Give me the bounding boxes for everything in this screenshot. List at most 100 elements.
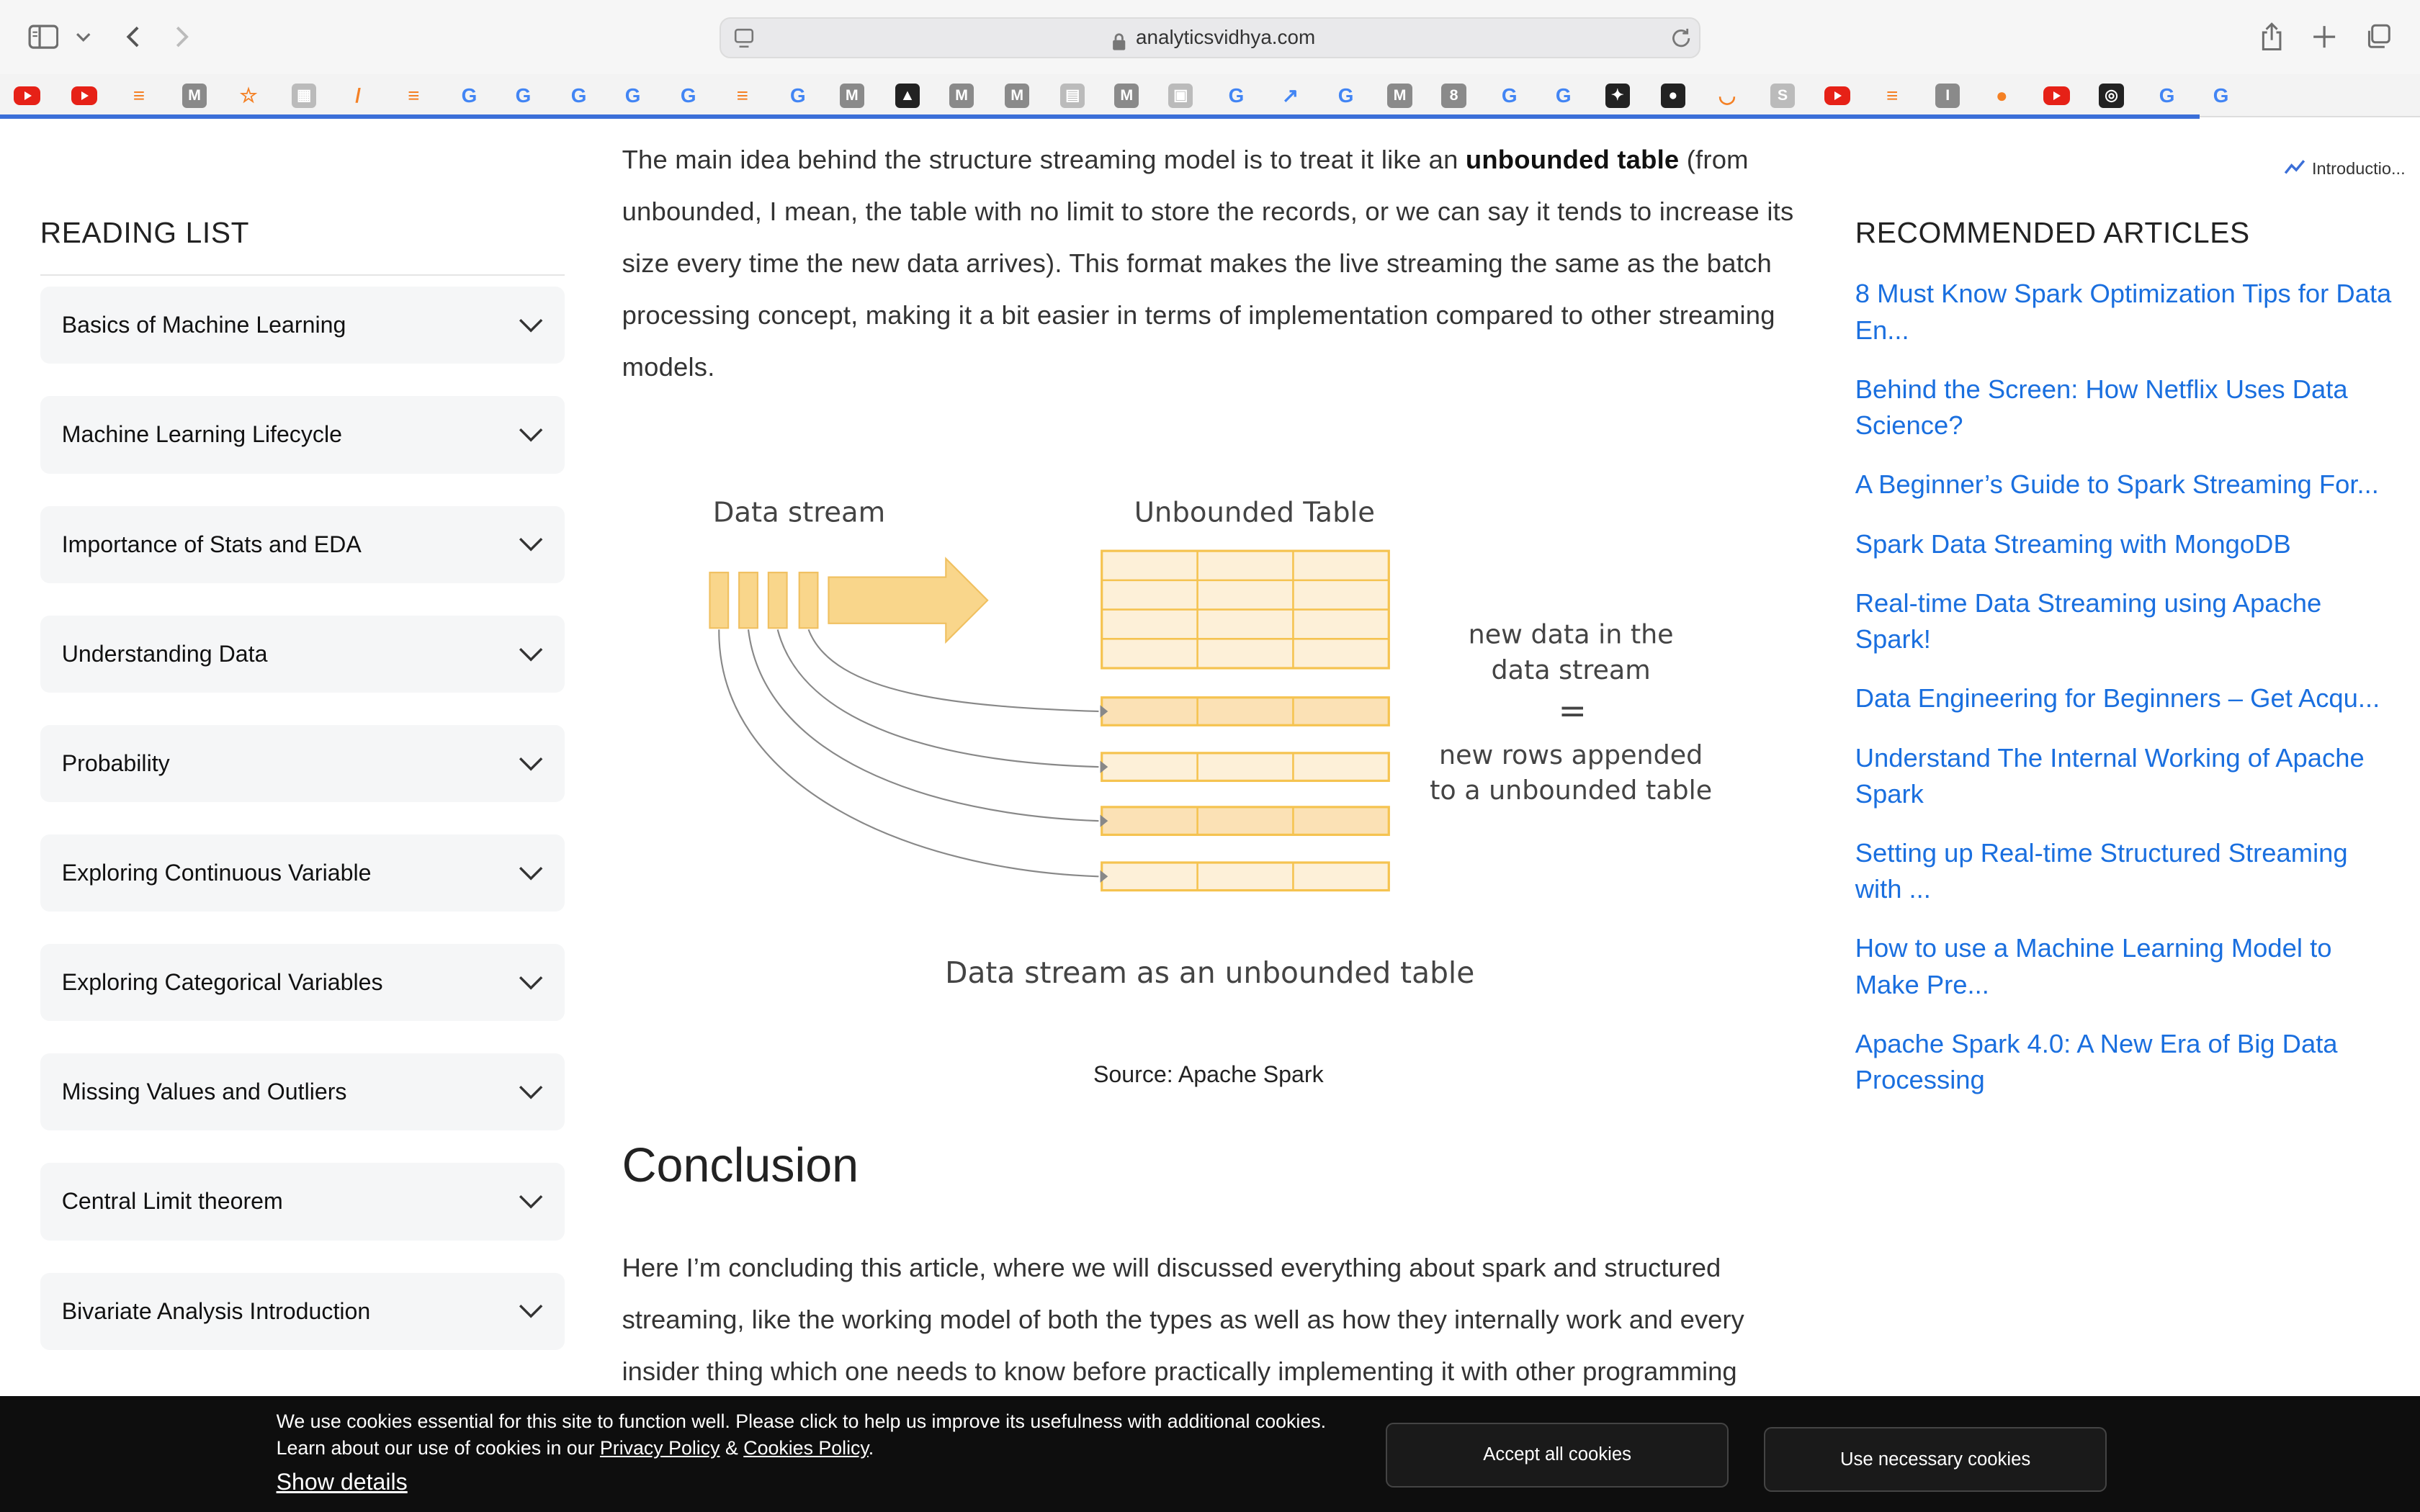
cookie-text: . bbox=[868, 1436, 874, 1459]
favorite-bookmark[interactable]: G bbox=[2208, 84, 2233, 108]
favorite-bookmark[interactable]: G bbox=[620, 84, 645, 108]
favorite-bookmark[interactable]: ☆ bbox=[236, 84, 261, 108]
reading-list-item[interactable]: Bivariate Analysis Introduction bbox=[40, 1272, 565, 1350]
chevron-down-icon[interactable] bbox=[73, 19, 94, 55]
reading-list-item[interactable]: Basics of Machine Learning bbox=[40, 287, 565, 364]
favorite-bookmark[interactable] bbox=[2043, 86, 2070, 105]
privacy-policy-link[interactable]: Privacy Policy bbox=[600, 1437, 720, 1459]
chevron-down-icon bbox=[519, 1195, 543, 1209]
favorite-bookmark[interactable]: G bbox=[566, 84, 591, 108]
reading-list-item-label: Probability bbox=[61, 750, 170, 776]
reading-list-item[interactable]: Probability bbox=[40, 724, 565, 802]
appended-row bbox=[1101, 696, 1391, 726]
recommended-article-link[interactable]: Data Engineering for Beginners – Get Acq… bbox=[1855, 680, 2396, 716]
cookie-text: & bbox=[720, 1436, 744, 1459]
flow-arrows bbox=[718, 629, 1108, 883]
back-icon[interactable] bbox=[117, 19, 148, 55]
favorite-bookmark[interactable]: ◡ bbox=[1715, 84, 1739, 108]
reading-list-item[interactable]: Importance of Stats and EDA bbox=[40, 505, 565, 583]
share-icon[interactable] bbox=[2255, 19, 2289, 55]
favorite-bookmark[interactable]: ≡ bbox=[401, 84, 426, 108]
favorite-bookmark[interactable]: ≡ bbox=[127, 84, 151, 108]
chevron-down-icon bbox=[519, 1305, 543, 1319]
favorite-bookmark[interactable]: ◎ bbox=[2099, 83, 2124, 108]
favorite-bookmark[interactable]: S bbox=[1770, 83, 1796, 108]
reading-list-item[interactable]: Central Limit theorem bbox=[40, 1163, 565, 1241]
reading-list-item[interactable]: Exploring Categorical Variables bbox=[40, 944, 565, 1022]
favorite-bookmark[interactable]: ▤ bbox=[1060, 83, 1085, 108]
favorite-bookmark[interactable]: G bbox=[1333, 84, 1358, 108]
cookie-message: We use cookies essential for this site t… bbox=[277, 1408, 1357, 1461]
favorite-bookmark[interactable]: G bbox=[457, 84, 481, 108]
reading-list-item[interactable]: Machine Learning Lifecycle bbox=[40, 396, 565, 474]
chevron-down-icon bbox=[519, 757, 543, 771]
favorite-bookmark[interactable]: G bbox=[786, 84, 810, 108]
chevron-down-icon bbox=[519, 428, 543, 442]
recommended-article-link[interactable]: Setting up Real-time Structured Streamin… bbox=[1855, 835, 2396, 907]
reading-list-item-label: Understanding Data bbox=[61, 640, 268, 667]
address-bar[interactable]: analyticsvidhya.com bbox=[719, 17, 1701, 59]
favorite-bookmark[interactable]: ≡ bbox=[1880, 84, 1904, 108]
recommended-article-link[interactable]: Apache Spark 4.0: A New Era of Big Data … bbox=[1855, 1026, 2396, 1098]
favorite-bookmark[interactable]: G bbox=[1224, 84, 1248, 108]
favorite-bookmark[interactable]: ≡ bbox=[730, 84, 755, 108]
recommended-article-link[interactable]: Spark Data Streaming with MongoDB bbox=[1855, 526, 2396, 562]
favorite-bookmark[interactable]: M bbox=[182, 83, 207, 108]
stream-block bbox=[738, 571, 759, 629]
article-body: The main idea behind the structure strea… bbox=[622, 134, 1796, 393]
favorite-bookmark[interactable]: M bbox=[1005, 83, 1030, 108]
favorite-bookmark[interactable]: ↗ bbox=[1278, 84, 1302, 108]
favorite-bookmark[interactable]: M bbox=[1387, 83, 1412, 108]
sidebar-toggle-icon[interactable] bbox=[24, 19, 61, 55]
favorite-bookmark[interactable]: ▦ bbox=[292, 83, 317, 108]
favorite-bookmark[interactable] bbox=[1824, 86, 1851, 105]
recommended-article-link[interactable]: A Beginner’s Guide to Spark Streaming Fo… bbox=[1855, 467, 2396, 503]
chevron-down-icon bbox=[519, 647, 543, 662]
favorite-bookmark[interactable]: G bbox=[1497, 84, 1522, 108]
favorite-bookmark[interactable]: ▣ bbox=[1168, 83, 1193, 108]
reading-list-title: READING LIST bbox=[40, 216, 565, 276]
favorite-bookmark[interactable]: ● bbox=[1660, 83, 1685, 108]
favorite-bookmark[interactable] bbox=[71, 86, 97, 105]
favorite-bookmark[interactable]: G bbox=[511, 84, 535, 108]
favorite-bookmark[interactable]: G bbox=[676, 84, 701, 108]
page-settings-icon[interactable] bbox=[733, 27, 755, 55]
favorite-bookmark[interactable]: M bbox=[839, 83, 864, 108]
reading-list-item[interactable]: Missing Values and Outliers bbox=[40, 1053, 565, 1131]
stream-block bbox=[709, 571, 730, 629]
forward-icon[interactable] bbox=[166, 19, 197, 55]
cookies-policy-link[interactable]: Cookies Policy bbox=[743, 1437, 869, 1459]
recommended-article-link[interactable]: How to use a Machine Learning Model to M… bbox=[1855, 930, 2396, 1002]
favorite-bookmark[interactable]: M bbox=[949, 83, 974, 108]
favorite-bookmark[interactable]: I bbox=[1935, 83, 1960, 108]
show-details-link[interactable]: Show details bbox=[277, 1469, 408, 1495]
recommended-article-link[interactable]: Behind the Screen: How Netflix Uses Data… bbox=[1855, 372, 2396, 444]
accept-all-cookies-button[interactable]: Accept all cookies bbox=[1386, 1422, 1729, 1488]
recommended-article-link[interactable]: 8 Must Know Spark Optimization Tips for … bbox=[1855, 276, 2396, 348]
reading-list-item[interactable]: Exploring Continuous Variable bbox=[40, 834, 565, 912]
favorite-bookmark[interactable]: 8 bbox=[1441, 83, 1466, 108]
favorite-bookmark[interactable] bbox=[14, 86, 40, 105]
favorites-bar: Introductio... ≡ M ☆ ▦ / ≡ G G G G G ≡ G M ▲ M M ▤ M ▣ G ↗ G M 8… bbox=[0, 73, 2420, 178]
reading-list-item[interactable]: Understanding Data bbox=[40, 615, 565, 693]
appended-row bbox=[1101, 861, 1391, 892]
favorite-bookmark[interactable]: ✦ bbox=[1605, 83, 1630, 108]
new-tab-icon[interactable] bbox=[2308, 19, 2341, 55]
reload-icon[interactable] bbox=[1669, 26, 1693, 57]
favorite-bookmark[interactable]: ● bbox=[1989, 84, 2014, 108]
tab-introduction[interactable]: Introductio... bbox=[2284, 158, 2406, 181]
appended-row bbox=[1101, 752, 1391, 782]
recommended-article-link[interactable]: Real-time Data Streaming using Apache Sp… bbox=[1855, 585, 2396, 657]
tab-overview-icon[interactable] bbox=[2362, 19, 2396, 55]
conclusion-heading: Conclusion bbox=[622, 1139, 859, 1193]
favorite-bookmark[interactable]: G bbox=[1551, 84, 1576, 108]
favorite-bookmark[interactable]: ▲ bbox=[895, 83, 920, 108]
recommended-articles: RECOMMENDED ARTICLES 8 Must Know Spark O… bbox=[1855, 216, 2396, 1121]
favorite-bookmark[interactable]: / bbox=[346, 84, 370, 108]
favorite-bookmark[interactable]: G bbox=[2154, 84, 2179, 108]
use-necessary-cookies-button[interactable]: Use necessary cookies bbox=[1764, 1427, 2107, 1493]
figure-label-stream: Data stream bbox=[713, 496, 885, 528]
recommended-article-link[interactable]: Understand The Internal Working of Apach… bbox=[1855, 740, 2396, 812]
lock-icon bbox=[1111, 30, 1126, 58]
favorite-bookmark[interactable]: M bbox=[1114, 83, 1139, 108]
